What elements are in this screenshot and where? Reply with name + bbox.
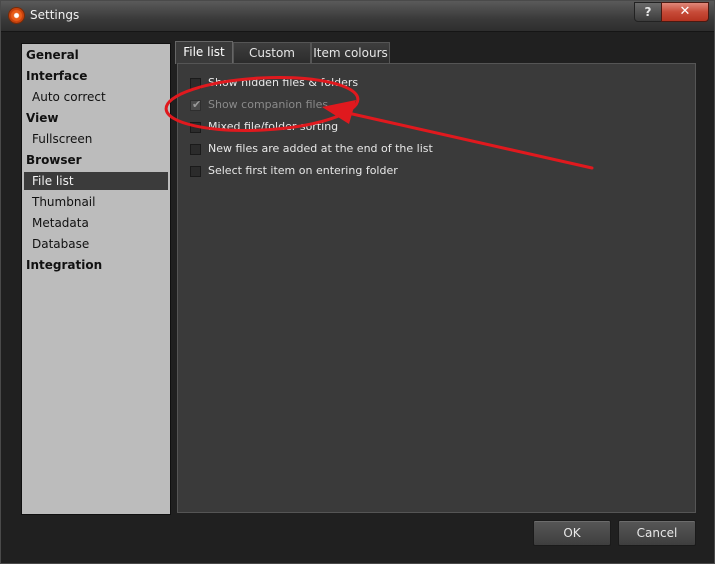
sidebar-item-auto-correct[interactable]: Auto correct	[22, 88, 178, 106]
sidebar-item-general[interactable]: General	[22, 46, 172, 64]
sidebar-item-fullscreen[interactable]: Fullscreen	[22, 130, 178, 148]
tab-file-list[interactable]: File list	[175, 41, 233, 64]
sidebar-item-thumbnail[interactable]: Thumbnail	[22, 193, 178, 211]
settings-window: Settings ? ✕ General Interface Auto corr…	[0, 0, 715, 564]
option-label: Mixed file/folder sorting	[208, 120, 339, 133]
cancel-button[interactable]: Cancel	[618, 520, 696, 546]
sidebar-item-browser[interactable]: Browser	[22, 151, 172, 169]
help-button[interactable]: ?	[634, 2, 662, 22]
option-label: Select first item on entering folder	[208, 164, 398, 177]
checkbox-show-hidden-files[interactable]	[190, 78, 201, 89]
checkbox-new-files-at-end[interactable]	[190, 144, 201, 155]
checkbox-mixed-sorting[interactable]	[190, 122, 201, 133]
sidebar-item-file-list[interactable]: File list	[24, 172, 168, 190]
checkbox-select-first-item[interactable]	[190, 166, 201, 177]
checkbox-show-companion-files: ✔	[190, 98, 202, 111]
app-logo-icon	[9, 8, 24, 23]
checkmark-icon: ✔	[192, 98, 202, 111]
window-title: Settings	[30, 8, 80, 22]
sidebar-item-metadata[interactable]: Metadata	[22, 214, 178, 232]
sidebar-item-integration[interactable]: Integration	[22, 256, 172, 274]
sidebar-item-database[interactable]: Database	[22, 235, 178, 253]
close-button[interactable]: ✕	[661, 2, 709, 22]
file-list-panel: Show hidden files & folders ✔ Show compa…	[177, 63, 696, 513]
tab-custom-filter[interactable]: Custom filter	[233, 42, 311, 80]
sidebar-item-view[interactable]: View	[22, 109, 172, 127]
option-label: New files are added at the end of the li…	[208, 142, 433, 155]
tab-item-colours[interactable]: Item colours	[311, 42, 390, 63]
settings-category-list: General Interface Auto correct View Full…	[21, 43, 171, 515]
sidebar-item-interface[interactable]: Interface	[22, 67, 172, 85]
title-bar[interactable]: Settings ? ✕	[1, 1, 714, 32]
option-label: Show hidden files & folders	[208, 76, 359, 89]
ok-button[interactable]: OK	[533, 520, 611, 546]
option-label: Show companion files	[208, 98, 329, 111]
